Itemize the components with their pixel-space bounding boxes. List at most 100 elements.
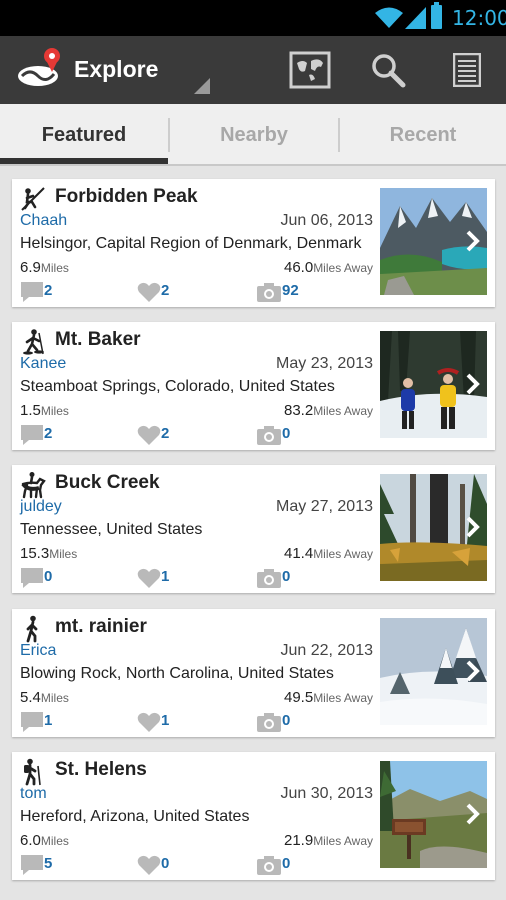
app-logo-icon[interactable] bbox=[16, 46, 66, 92]
heart-icon bbox=[137, 568, 161, 588]
photos-count: 0 bbox=[282, 568, 291, 585]
camera-icon bbox=[257, 856, 281, 875]
comments-count: 1 bbox=[44, 712, 53, 729]
away-value: 83.2 bbox=[283, 402, 314, 419]
photos-count: 0 bbox=[282, 425, 291, 442]
tab-featured[interactable]: Featured bbox=[0, 104, 168, 166]
likes-count: 2 bbox=[161, 425, 170, 442]
trip-card[interactable]: Forbidden Peak Chaah Jun 06, 2013 Helsin… bbox=[12, 179, 495, 307]
trip-location: Tennessee, United States bbox=[20, 521, 203, 538]
trip-location: Hereford, Arizona, United States bbox=[20, 808, 250, 825]
trip-away: 83.2Miles Away bbox=[284, 402, 373, 420]
chevron-right-icon bbox=[466, 803, 480, 825]
away-value: 21.9 bbox=[283, 832, 314, 849]
trip-user-link[interactable]: Kanee bbox=[20, 355, 66, 373]
trip-location: Blowing Rock, North Carolina, United Sta… bbox=[20, 665, 334, 682]
comment-icon bbox=[21, 425, 43, 445]
chevron-right-icon bbox=[466, 373, 480, 395]
distance-unit: Miles bbox=[40, 261, 69, 275]
trip-away: 41.4Miles Away bbox=[284, 545, 373, 563]
likes-count: 1 bbox=[161, 712, 170, 729]
list-button[interactable] bbox=[441, 44, 493, 96]
photos-count: 0 bbox=[282, 712, 291, 729]
trip-location: Steamboat Springs, Colorado, United Stat… bbox=[20, 378, 335, 395]
trip-title: St. Helens bbox=[55, 759, 147, 780]
comments-count: 0 bbox=[44, 568, 53, 585]
distance-value: 6.9 bbox=[20, 259, 41, 276]
trip-away: 21.9Miles Away bbox=[284, 832, 373, 850]
tab-nearby[interactable]: Nearby bbox=[170, 104, 338, 166]
trip-user-link[interactable]: juldey bbox=[20, 498, 62, 516]
search-icon bbox=[372, 54, 406, 88]
trip-card[interactable]: Buck Creek juldey May 27, 2013 Tennessee… bbox=[12, 465, 495, 593]
chevron-right-icon bbox=[466, 516, 480, 538]
distance-value: 5.4 bbox=[20, 689, 41, 706]
list-icon bbox=[453, 53, 481, 87]
trip-card[interactable]: St. Helens tom Jun 30, 2013 Hereford, Ar… bbox=[12, 752, 495, 880]
spinner-arrow-icon[interactable] bbox=[194, 78, 210, 94]
heart-icon bbox=[137, 712, 161, 732]
trip-date: Jun 30, 2013 bbox=[280, 785, 373, 802]
away-value: 46.0 bbox=[283, 259, 314, 276]
comments-count: 2 bbox=[44, 425, 53, 442]
comment-icon bbox=[21, 712, 43, 732]
search-button[interactable] bbox=[362, 44, 414, 96]
distance-unit: Miles bbox=[40, 834, 69, 848]
clock: 12:00 bbox=[452, 6, 506, 30]
trip-distance: 6.0Miles bbox=[20, 832, 69, 850]
tab-recent[interactable]: Recent bbox=[340, 104, 506, 166]
trip-date: May 23, 2013 bbox=[276, 355, 373, 372]
trip-title: mt. rainier bbox=[55, 616, 147, 637]
likes-count: 2 bbox=[161, 282, 170, 299]
trip-away: 49.5Miles Away bbox=[284, 689, 373, 707]
trip-user-link[interactable]: tom bbox=[20, 785, 47, 803]
trip-user-link[interactable]: Erica bbox=[20, 642, 56, 660]
trip-title: Buck Creek bbox=[55, 472, 160, 493]
trip-date: May 27, 2013 bbox=[276, 498, 373, 515]
trip-card[interactable]: mt. rainier Erica Jun 22, 2013 Blowing R… bbox=[12, 609, 495, 737]
snowshoe-icon bbox=[19, 328, 47, 356]
distance-unit: Miles bbox=[49, 547, 78, 561]
away-unit: Miles Away bbox=[313, 547, 373, 561]
trip-distance: 6.9Miles bbox=[20, 259, 69, 277]
comment-icon bbox=[21, 568, 43, 588]
away-unit: Miles Away bbox=[313, 691, 373, 705]
camera-icon bbox=[257, 569, 281, 588]
trip-date: Jun 06, 2013 bbox=[280, 212, 373, 229]
tab-bar: Featured Nearby Recent bbox=[0, 104, 506, 166]
walking-icon bbox=[19, 615, 47, 643]
trip-distance: 1.5Miles bbox=[20, 402, 69, 420]
trip-title: Forbidden Peak bbox=[55, 186, 198, 207]
heart-icon bbox=[137, 855, 161, 875]
photos-count: 92 bbox=[282, 282, 299, 299]
likes-count: 0 bbox=[161, 855, 170, 872]
battery-icon bbox=[431, 2, 442, 29]
away-unit: Miles Away bbox=[313, 404, 373, 418]
camera-icon bbox=[257, 283, 281, 302]
map-icon bbox=[289, 51, 331, 89]
climbing-icon bbox=[19, 185, 47, 213]
trip-card[interactable]: Mt. Baker Kanee May 23, 2013 Steamboat S… bbox=[12, 322, 495, 450]
trip-date: Jun 22, 2013 bbox=[280, 642, 373, 659]
comment-icon bbox=[21, 282, 43, 302]
wifi-icon bbox=[375, 7, 403, 28]
action-bar: Explore bbox=[0, 36, 506, 104]
hiking-icon bbox=[19, 758, 47, 786]
trip-user-link[interactable]: Chaah bbox=[20, 212, 67, 230]
chevron-right-icon bbox=[466, 660, 480, 682]
status-bar: 12:00 bbox=[0, 0, 506, 36]
away-unit: Miles Away bbox=[313, 261, 373, 275]
horse-icon bbox=[19, 471, 47, 499]
trip-location: Helsingor, Capital Region of Denmark, De… bbox=[20, 235, 362, 252]
map-button[interactable] bbox=[284, 44, 336, 96]
comment-icon bbox=[21, 855, 43, 875]
camera-icon bbox=[257, 426, 281, 445]
distance-unit: Miles bbox=[40, 691, 69, 705]
distance-value: 1.5 bbox=[20, 402, 41, 419]
comments-count: 2 bbox=[44, 282, 53, 299]
trip-distance: 5.4Miles bbox=[20, 689, 69, 707]
page-title[interactable]: Explore bbox=[74, 56, 158, 83]
chevron-right-icon bbox=[466, 230, 480, 252]
signal-icon bbox=[405, 7, 426, 29]
away-unit: Miles Away bbox=[313, 834, 373, 848]
